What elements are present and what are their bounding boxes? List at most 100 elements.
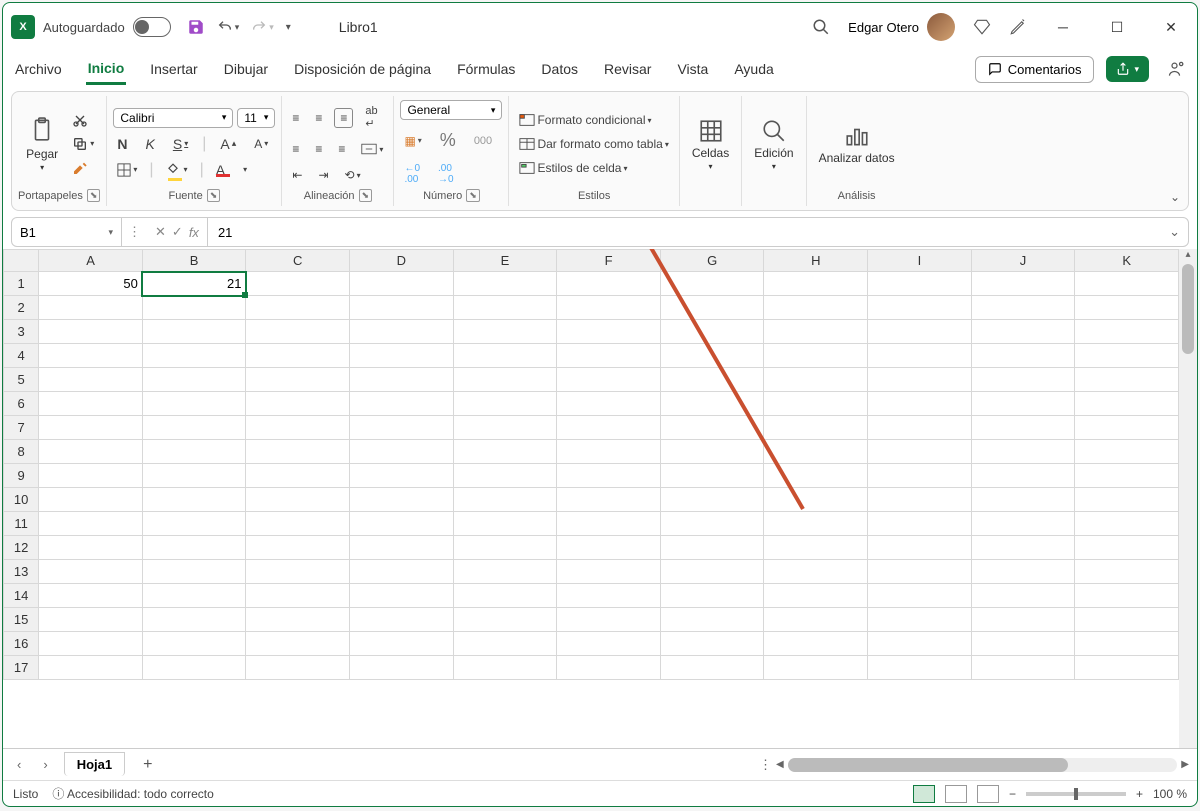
cell[interactable] bbox=[246, 320, 350, 344]
cell[interactable] bbox=[246, 392, 350, 416]
analyze-data-button[interactable]: Analizar datos bbox=[813, 119, 901, 169]
cell[interactable] bbox=[868, 488, 972, 512]
vertical-scrollbar[interactable]: ▴ bbox=[1179, 249, 1197, 748]
cell[interactable] bbox=[39, 608, 143, 632]
row-header[interactable]: 9 bbox=[4, 464, 39, 488]
select-all-corner[interactable] bbox=[4, 250, 39, 272]
clipboard-launcher[interactable]: ⬊ bbox=[87, 189, 101, 202]
cell[interactable] bbox=[350, 392, 454, 416]
cell[interactable] bbox=[1075, 392, 1179, 416]
cell[interactable] bbox=[660, 656, 764, 680]
cell[interactable] bbox=[660, 584, 764, 608]
align-middle-button[interactable]: ≡ bbox=[311, 109, 326, 127]
cell[interactable] bbox=[971, 584, 1075, 608]
cell[interactable] bbox=[1075, 488, 1179, 512]
diamond-icon[interactable] bbox=[973, 18, 991, 36]
cell[interactable] bbox=[971, 368, 1075, 392]
cell[interactable] bbox=[764, 344, 868, 368]
cell[interactable] bbox=[660, 608, 764, 632]
cut-button[interactable] bbox=[68, 110, 92, 130]
cell[interactable] bbox=[453, 560, 557, 584]
close-button[interactable]: ✕ bbox=[1153, 9, 1189, 45]
comments-button[interactable]: Comentarios bbox=[975, 56, 1095, 83]
copy-button[interactable]: ▾ bbox=[68, 134, 98, 154]
cell[interactable] bbox=[660, 632, 764, 656]
borders-button[interactable]: ▾ bbox=[113, 161, 141, 179]
cell[interactable] bbox=[557, 344, 661, 368]
cell[interactable] bbox=[39, 392, 143, 416]
cell[interactable] bbox=[764, 392, 868, 416]
cell[interactable] bbox=[868, 632, 972, 656]
cell[interactable] bbox=[453, 392, 557, 416]
tab-revisar[interactable]: Revisar bbox=[602, 55, 653, 83]
cell[interactable] bbox=[971, 632, 1075, 656]
col-header-F[interactable]: F bbox=[557, 250, 661, 272]
cell[interactable] bbox=[246, 608, 350, 632]
cell[interactable] bbox=[1075, 584, 1179, 608]
accessibility-status[interactable]: ⓘ Accesibilidad: todo correcto bbox=[52, 785, 213, 802]
cell[interactable] bbox=[557, 296, 661, 320]
hscroll-left[interactable]: ◀ bbox=[776, 759, 784, 770]
cell[interactable] bbox=[1075, 368, 1179, 392]
number-format-select[interactable]: General▾ bbox=[400, 100, 502, 120]
cell[interactable] bbox=[453, 296, 557, 320]
cell[interactable] bbox=[868, 320, 972, 344]
wrap-text-button[interactable]: ab↵ bbox=[361, 103, 381, 132]
cell[interactable] bbox=[660, 272, 764, 296]
cell[interactable] bbox=[246, 560, 350, 584]
cell[interactable] bbox=[39, 632, 143, 656]
sheet-nav-next[interactable]: › bbox=[37, 755, 53, 774]
tab-vista[interactable]: Vista bbox=[675, 55, 710, 83]
cell[interactable] bbox=[764, 584, 868, 608]
cell[interactable] bbox=[764, 272, 868, 296]
cell[interactable] bbox=[246, 416, 350, 440]
cell[interactable] bbox=[142, 464, 246, 488]
cell[interactable] bbox=[971, 512, 1075, 536]
cell[interactable] bbox=[660, 392, 764, 416]
cell[interactable] bbox=[971, 464, 1075, 488]
cell[interactable] bbox=[142, 440, 246, 464]
accounting-format-button[interactable]: ▦ ▾ bbox=[400, 132, 425, 150]
tab-formulas[interactable]: Fórmulas bbox=[455, 55, 517, 83]
user-account[interactable]: Edgar Otero bbox=[848, 13, 955, 41]
cell[interactable] bbox=[142, 344, 246, 368]
col-header-D[interactable]: D bbox=[350, 250, 454, 272]
cell[interactable] bbox=[660, 560, 764, 584]
align-right-button[interactable]: ≡ bbox=[334, 140, 349, 158]
cell[interactable] bbox=[39, 368, 143, 392]
cell[interactable] bbox=[246, 512, 350, 536]
cell[interactable] bbox=[660, 464, 764, 488]
cell[interactable] bbox=[142, 656, 246, 680]
cancel-formula-button[interactable]: ✕ bbox=[155, 224, 166, 240]
cell[interactable] bbox=[453, 488, 557, 512]
cell[interactable] bbox=[868, 656, 972, 680]
cell[interactable] bbox=[764, 416, 868, 440]
cell[interactable] bbox=[557, 632, 661, 656]
tab-insertar[interactable]: Insertar bbox=[148, 55, 199, 83]
alignment-launcher[interactable]: ⬊ bbox=[359, 189, 373, 202]
col-header-E[interactable]: E bbox=[453, 250, 557, 272]
increase-indent-button[interactable]: ⇥ bbox=[314, 166, 332, 184]
cell[interactable] bbox=[246, 296, 350, 320]
document-title[interactable]: Libro1 bbox=[339, 19, 378, 35]
cell[interactable] bbox=[557, 608, 661, 632]
page-break-view-button[interactable] bbox=[977, 785, 999, 803]
cell[interactable] bbox=[971, 536, 1075, 560]
cell[interactable] bbox=[350, 272, 454, 296]
tab-ayuda[interactable]: Ayuda bbox=[732, 55, 775, 83]
cell-styles-button[interactable]: Estilos de celda ▾ bbox=[515, 159, 672, 177]
cell[interactable] bbox=[246, 584, 350, 608]
cell[interactable] bbox=[350, 632, 454, 656]
cell[interactable] bbox=[39, 512, 143, 536]
cell[interactable] bbox=[557, 464, 661, 488]
zoom-level[interactable]: 100 % bbox=[1153, 787, 1187, 801]
cell[interactable] bbox=[350, 584, 454, 608]
col-header-I[interactable]: I bbox=[868, 250, 972, 272]
cell[interactable]: 50 bbox=[39, 272, 143, 296]
cell[interactable] bbox=[453, 584, 557, 608]
cell[interactable] bbox=[1075, 536, 1179, 560]
bold-button[interactable]: N bbox=[113, 134, 131, 154]
shrink-font-button[interactable]: A▾ bbox=[250, 135, 272, 153]
hscroll-right[interactable]: ▶ bbox=[1181, 759, 1189, 770]
row-header[interactable]: 14 bbox=[4, 584, 39, 608]
